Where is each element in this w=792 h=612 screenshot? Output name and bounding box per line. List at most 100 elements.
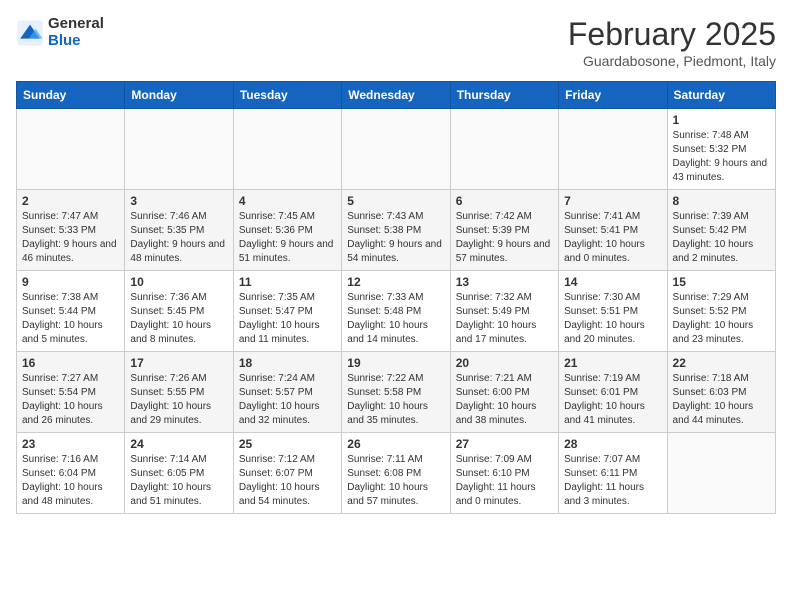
logo-general: General	[48, 15, 104, 32]
day-number: 17	[130, 356, 227, 370]
calendar-week-5: 23 Sunrise: 7:16 AM Sunset: 6:04 PM Dayli…	[17, 433, 776, 514]
day-info: Sunrise: 7:47 AM Sunset: 5:33 PM Dayligh…	[22, 210, 119, 266]
day-number: 9	[22, 275, 119, 289]
calendar-cell: 27 Sunrise: 7:09 AM Sunset: 6:10 PM Dayli…	[450, 433, 558, 514]
calendar-cell: 28 Sunrise: 7:07 AM Sunset: 6:11 PM Dayli…	[559, 433, 667, 514]
day-info: Sunrise: 7:12 AM Sunset: 6:07 PM Dayligh…	[239, 453, 336, 509]
weekday-header-row: SundayMondayTuesdayWednesdayThursdayFrid…	[17, 82, 776, 109]
calendar-cell: 21 Sunrise: 7:19 AM Sunset: 6:01 PM Dayli…	[559, 352, 667, 433]
day-number: 21	[564, 356, 661, 370]
day-info: Sunrise: 7:24 AM Sunset: 5:57 PM Dayligh…	[239, 372, 336, 428]
day-info: Sunrise: 7:46 AM Sunset: 5:35 PM Dayligh…	[130, 210, 227, 266]
day-info: Sunrise: 7:33 AM Sunset: 5:48 PM Dayligh…	[347, 291, 444, 347]
calendar-cell: 4Sunrise: 7:45 AM Sunset: 5:36 PM Daylig…	[233, 190, 341, 271]
day-number: 1	[673, 113, 770, 127]
calendar-cell: 18 Sunrise: 7:24 AM Sunset: 5:57 PM Dayli…	[233, 352, 341, 433]
calendar-cell	[125, 109, 233, 190]
day-number: 16	[22, 356, 119, 370]
day-info: Sunrise: 7:39 AM Sunset: 5:42 PM Dayligh…	[673, 210, 770, 266]
day-number: 4	[239, 194, 336, 208]
day-info: Sunrise: 7:43 AM Sunset: 5:38 PM Dayligh…	[347, 210, 444, 266]
calendar-cell	[342, 109, 450, 190]
day-info: Sunrise: 7:42 AM Sunset: 5:39 PM Dayligh…	[456, 210, 553, 266]
month-title: February 2025	[568, 16, 776, 53]
calendar-cell: 24 Sunrise: 7:14 AM Sunset: 6:05 PM Dayli…	[125, 433, 233, 514]
calendar-cell: 22 Sunrise: 7:18 AM Sunset: 6:03 PM Dayli…	[667, 352, 775, 433]
day-info: Sunrise: 7:30 AM Sunset: 5:51 PM Dayligh…	[564, 291, 661, 347]
logo: General Blue	[16, 16, 104, 49]
calendar-cell: 8 Sunrise: 7:39 AM Sunset: 5:42 PM Daylig…	[667, 190, 775, 271]
calendar-cell: 10 Sunrise: 7:36 AM Sunset: 5:45 PM Dayli…	[125, 271, 233, 352]
day-info: Sunrise: 7:26 AM Sunset: 5:55 PM Dayligh…	[130, 372, 227, 428]
day-number: 14	[564, 275, 661, 289]
weekday-header-friday: Friday	[559, 82, 667, 109]
day-number: 15	[673, 275, 770, 289]
day-info: Sunrise: 7:09 AM Sunset: 6:10 PM Dayligh…	[456, 453, 553, 509]
day-number: 13	[456, 275, 553, 289]
day-info: Sunrise: 7:16 AM Sunset: 6:04 PM Dayligh…	[22, 453, 119, 509]
day-info: Sunrise: 7:18 AM Sunset: 6:03 PM Dayligh…	[673, 372, 770, 428]
calendar-cell: 2 Sunrise: 7:47 AM Sunset: 5:33 PM Daylig…	[17, 190, 125, 271]
weekday-header-thursday: Thursday	[450, 82, 558, 109]
day-number: 5	[347, 194, 444, 208]
day-number: 28	[564, 437, 661, 451]
day-number: 24	[130, 437, 227, 451]
calendar-cell: 17 Sunrise: 7:26 AM Sunset: 5:55 PM Dayli…	[125, 352, 233, 433]
day-number: 7	[564, 194, 661, 208]
calendar-cell: 5 Sunrise: 7:43 AM Sunset: 5:38 PM Daylig…	[342, 190, 450, 271]
weekday-header-tuesday: Tuesday	[233, 82, 341, 109]
day-number: 12	[347, 275, 444, 289]
day-info: Sunrise: 7:41 AM Sunset: 5:41 PM Dayligh…	[564, 210, 661, 266]
title-block: February 2025 Guardabosone, Piedmont, It…	[568, 16, 776, 69]
day-info: Sunrise: 7:19 AM Sunset: 6:01 PM Dayligh…	[564, 372, 661, 428]
calendar-cell: 20 Sunrise: 7:21 AM Sunset: 6:00 PM Dayli…	[450, 352, 558, 433]
day-number: 26	[347, 437, 444, 451]
day-number: 23	[22, 437, 119, 451]
day-number: 22	[673, 356, 770, 370]
day-number: 27	[456, 437, 553, 451]
logo-blue: Blue	[48, 32, 81, 49]
weekday-header-monday: Monday	[125, 82, 233, 109]
calendar-cell: 11Sunrise: 7:35 AM Sunset: 5:47 PM Dayli…	[233, 271, 341, 352]
calendar-cell: 26 Sunrise: 7:11 AM Sunset: 6:08 PM Dayli…	[342, 433, 450, 514]
day-number: 2	[22, 194, 119, 208]
calendar-cell: 6 Sunrise: 7:42 AM Sunset: 5:39 PM Daylig…	[450, 190, 558, 271]
weekday-header-saturday: Saturday	[667, 82, 775, 109]
calendar-cell: 9 Sunrise: 7:38 AM Sunset: 5:44 PM Daylig…	[17, 271, 125, 352]
day-info: Sunrise: 7:38 AM Sunset: 5:44 PM Dayligh…	[22, 291, 119, 347]
calendar-week-1: 1 Sunrise: 7:48 AM Sunset: 5:32 PM Daylig…	[17, 109, 776, 190]
calendar-cell	[233, 109, 341, 190]
day-info: Sunrise: 7:07 AM Sunset: 6:11 PM Dayligh…	[564, 453, 661, 509]
calendar-cell: 16 Sunrise: 7:27 AM Sunset: 5:54 PM Dayli…	[17, 352, 125, 433]
calendar-week-2: 2 Sunrise: 7:47 AM Sunset: 5:33 PM Daylig…	[17, 190, 776, 271]
calendar-cell: 15 Sunrise: 7:29 AM Sunset: 5:52 PM Dayli…	[667, 271, 775, 352]
calendar-cell: 19Sunrise: 7:22 AM Sunset: 5:58 PM Dayli…	[342, 352, 450, 433]
day-info: Sunrise: 7:48 AM Sunset: 5:32 PM Dayligh…	[673, 129, 770, 185]
day-number: 11	[239, 275, 336, 289]
day-info: Sunrise: 7:11 AM Sunset: 6:08 PM Dayligh…	[347, 453, 444, 509]
day-info: Sunrise: 7:14 AM Sunset: 6:05 PM Dayligh…	[130, 453, 227, 509]
day-info: Sunrise: 7:36 AM Sunset: 5:45 PM Dayligh…	[130, 291, 227, 347]
page-header: General Blue February 2025 Guardabosone,…	[16, 16, 776, 69]
calendar-week-3: 9 Sunrise: 7:38 AM Sunset: 5:44 PM Daylig…	[17, 271, 776, 352]
day-number: 20	[456, 356, 553, 370]
day-number: 25	[239, 437, 336, 451]
day-info: Sunrise: 7:29 AM Sunset: 5:52 PM Dayligh…	[673, 291, 770, 347]
day-info: Sunrise: 7:32 AM Sunset: 5:49 PM Dayligh…	[456, 291, 553, 347]
day-info: Sunrise: 7:22 AM Sunset: 5:58 PM Dayligh…	[347, 372, 444, 428]
calendar-cell: 13 Sunrise: 7:32 AM Sunset: 5:49 PM Dayli…	[450, 271, 558, 352]
day-info: Sunrise: 7:27 AM Sunset: 5:54 PM Dayligh…	[22, 372, 119, 428]
weekday-header-sunday: Sunday	[17, 82, 125, 109]
location-subtitle: Guardabosone, Piedmont, Italy	[568, 53, 776, 69]
calendar-cell	[17, 109, 125, 190]
day-number: 10	[130, 275, 227, 289]
day-number: 18	[239, 356, 336, 370]
calendar-cell: 12 Sunrise: 7:33 AM Sunset: 5:48 PM Dayli…	[342, 271, 450, 352]
calendar-cell	[667, 433, 775, 514]
day-info: Sunrise: 7:21 AM Sunset: 6:00 PM Dayligh…	[456, 372, 553, 428]
calendar-cell: 1 Sunrise: 7:48 AM Sunset: 5:32 PM Daylig…	[667, 109, 775, 190]
calendar-cell: 23 Sunrise: 7:16 AM Sunset: 6:04 PM Dayli…	[17, 433, 125, 514]
day-number: 8	[673, 194, 770, 208]
weekday-header-wednesday: Wednesday	[342, 82, 450, 109]
day-number: 6	[456, 194, 553, 208]
